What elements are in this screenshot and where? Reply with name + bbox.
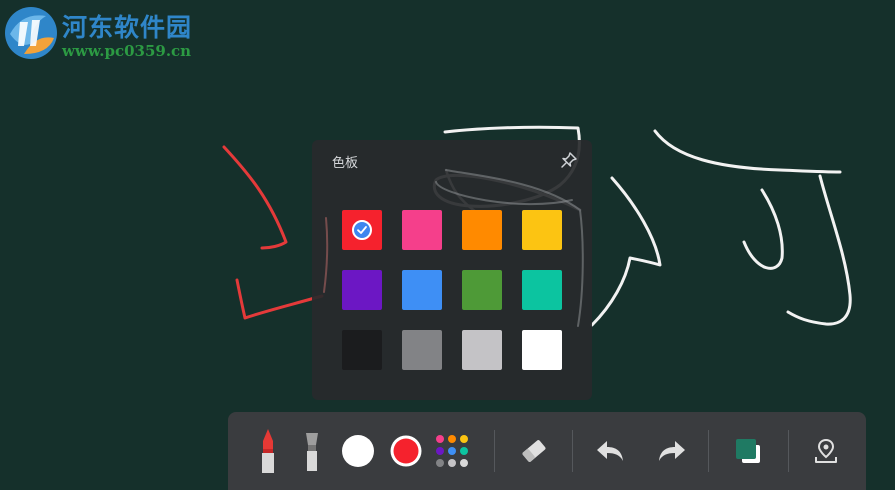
- background-color-icon: [736, 439, 760, 463]
- red-stroke-1: [222, 145, 288, 250]
- current-color-icon: [390, 435, 422, 467]
- brush-tool-button[interactable]: [294, 412, 330, 490]
- color-swatch-gray[interactable]: [402, 330, 442, 370]
- color-swatch-red[interactable]: [342, 210, 382, 250]
- color-swatch-black[interactable]: [342, 330, 382, 370]
- color-palette-panel: 色板: [312, 140, 592, 400]
- white-stroke-6: [786, 174, 852, 326]
- pen-tool-button[interactable]: [250, 412, 286, 490]
- eraser-icon: [522, 440, 546, 462]
- color-swatch-teal[interactable]: [522, 270, 562, 310]
- toolbar-separator: [788, 430, 789, 472]
- toolbar-separator: [708, 430, 709, 472]
- color-palette-button[interactable]: [432, 412, 472, 490]
- palette-title: 色板: [332, 156, 359, 171]
- brush-icon: [306, 433, 318, 471]
- color-swatch-green[interactable]: [462, 270, 502, 310]
- undo-button[interactable]: [590, 412, 630, 490]
- red-stroke-2: [235, 278, 324, 320]
- toolbar-separator: [572, 430, 573, 472]
- bottom-toolbar: [228, 412, 866, 490]
- white-stroke-3: [590, 176, 662, 327]
- locate-button[interactable]: [806, 412, 846, 490]
- color-swatch-yellow[interactable]: [522, 210, 562, 250]
- color-swatch-blue[interactable]: [402, 270, 442, 310]
- redo-icon: [659, 441, 685, 461]
- white-stroke-5: [742, 188, 784, 270]
- pin-icon[interactable]: [560, 151, 578, 169]
- stroke-size-icon: [342, 435, 374, 467]
- undo-icon: [597, 441, 623, 461]
- locate-icon: [815, 438, 837, 463]
- color-swatch-orange[interactable]: [462, 210, 502, 250]
- background-color-button[interactable]: [728, 412, 768, 490]
- toolbar-separator: [494, 430, 495, 472]
- white-stroke-4: [653, 129, 842, 174]
- selected-check-icon: [352, 220, 372, 240]
- redo-button[interactable]: [652, 412, 692, 490]
- eraser-button[interactable]: [514, 412, 554, 490]
- color-swatch-purple[interactable]: [342, 270, 382, 310]
- color-palette-icon: [436, 435, 468, 467]
- current-color-button[interactable]: [386, 412, 426, 490]
- pen-icon: [262, 429, 274, 473]
- stroke-size-button[interactable]: [338, 412, 378, 490]
- color-swatch-light-gray[interactable]: [462, 330, 502, 370]
- color-swatch-white[interactable]: [522, 330, 562, 370]
- color-swatch-pink[interactable]: [402, 210, 442, 250]
